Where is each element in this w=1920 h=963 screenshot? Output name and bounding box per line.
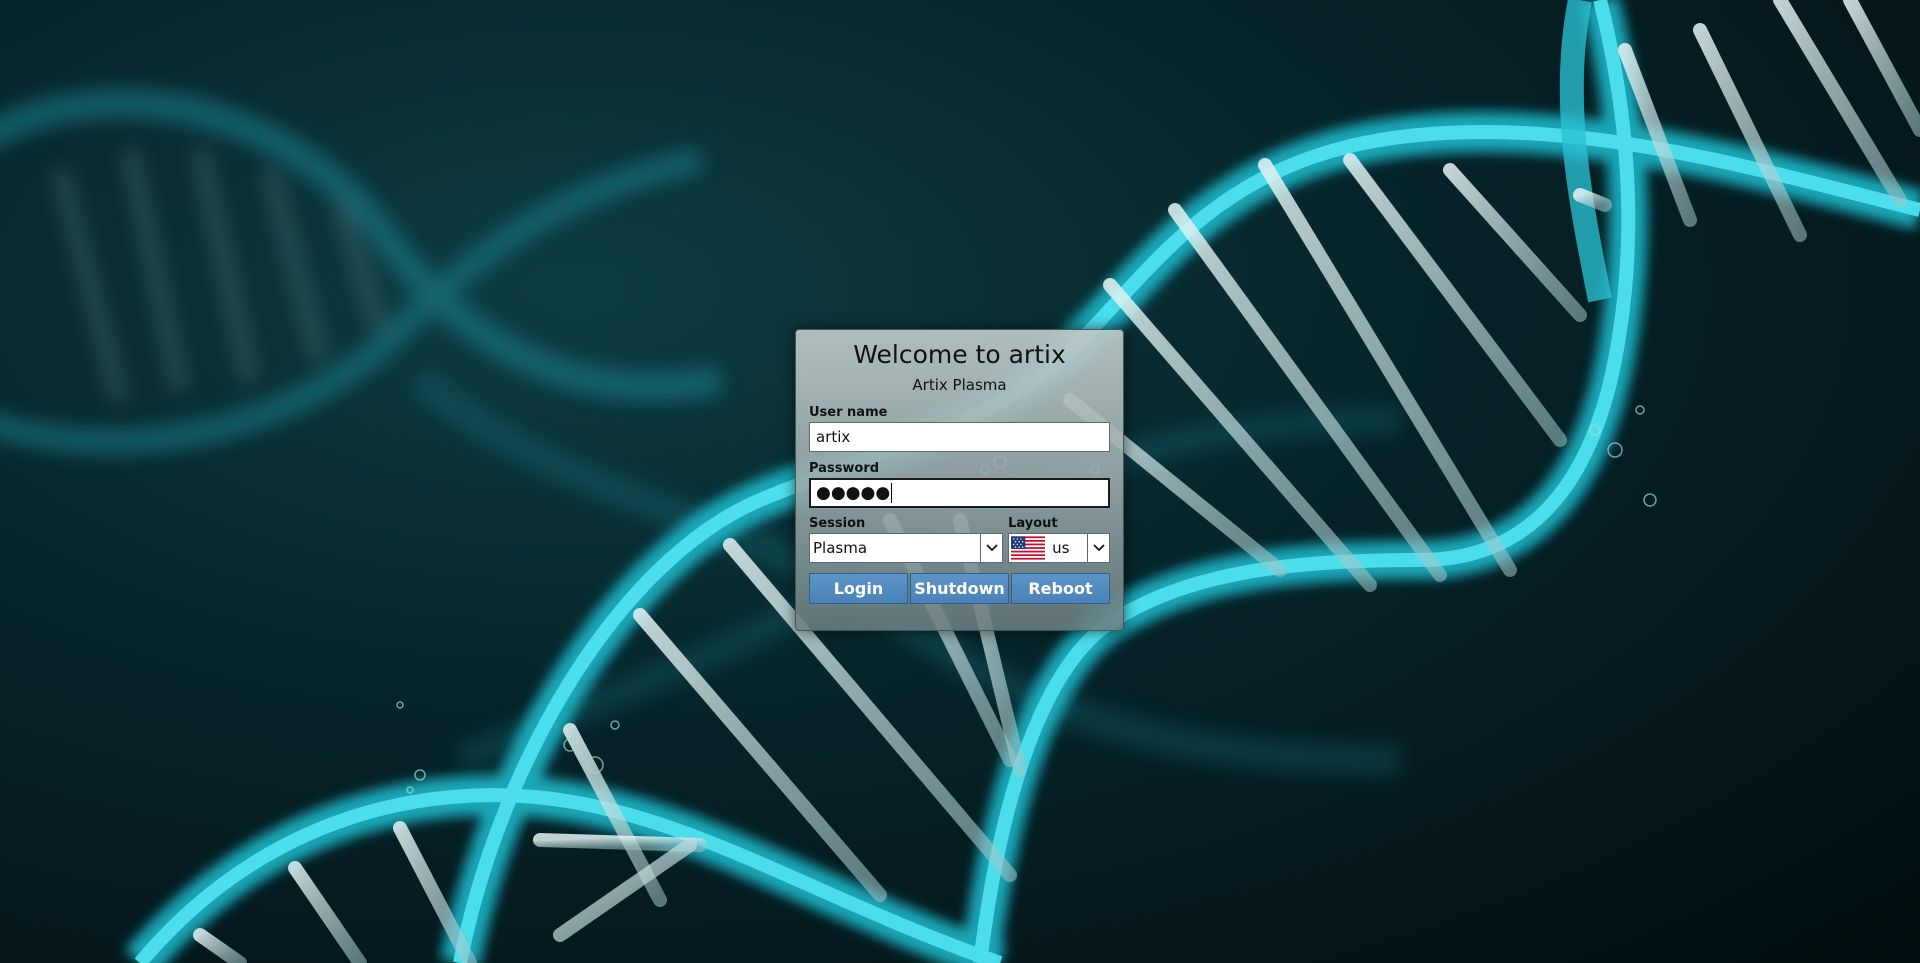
login-dialog: Welcome to artix Artix Plasma User name …	[795, 329, 1124, 631]
reboot-button[interactable]: Reboot	[1011, 573, 1110, 604]
shutdown-button[interactable]: Shutdown	[910, 573, 1009, 604]
username-input[interactable]: artix	[809, 422, 1110, 452]
us-flag-icon	[1011, 536, 1046, 560]
session-layout-row: Session Plasma Layout us	[809, 516, 1110, 563]
welcome-title: Welcome to artix	[853, 340, 1066, 369]
text-caret	[891, 483, 893, 503]
password-label: Password	[809, 461, 880, 476]
action-buttons-row: Login Shutdown Reboot	[809, 573, 1110, 604]
session-label: Session	[809, 516, 866, 531]
session-column: Session Plasma	[809, 516, 1004, 563]
layout-select-value: us	[1052, 539, 1070, 557]
password-input[interactable]: ●●●●●	[809, 478, 1110, 508]
session-select[interactable]: Plasma	[809, 533, 1004, 563]
username-label: User name	[809, 405, 888, 420]
layout-label: Layout	[1008, 516, 1058, 531]
login-button[interactable]: Login	[809, 573, 908, 604]
session-subtitle: Artix Plasma	[912, 376, 1007, 394]
layout-column: Layout us	[1008, 516, 1110, 563]
layout-select[interactable]: us	[1008, 533, 1110, 563]
chevron-down-icon[interactable]	[1087, 534, 1109, 562]
session-select-value: Plasma	[813, 539, 868, 557]
login-screen: Welcome to artix Artix Plasma User name …	[0, 0, 1920, 963]
chevron-down-icon[interactable]	[980, 534, 1002, 562]
password-masked-value: ●●●●●	[816, 483, 891, 503]
